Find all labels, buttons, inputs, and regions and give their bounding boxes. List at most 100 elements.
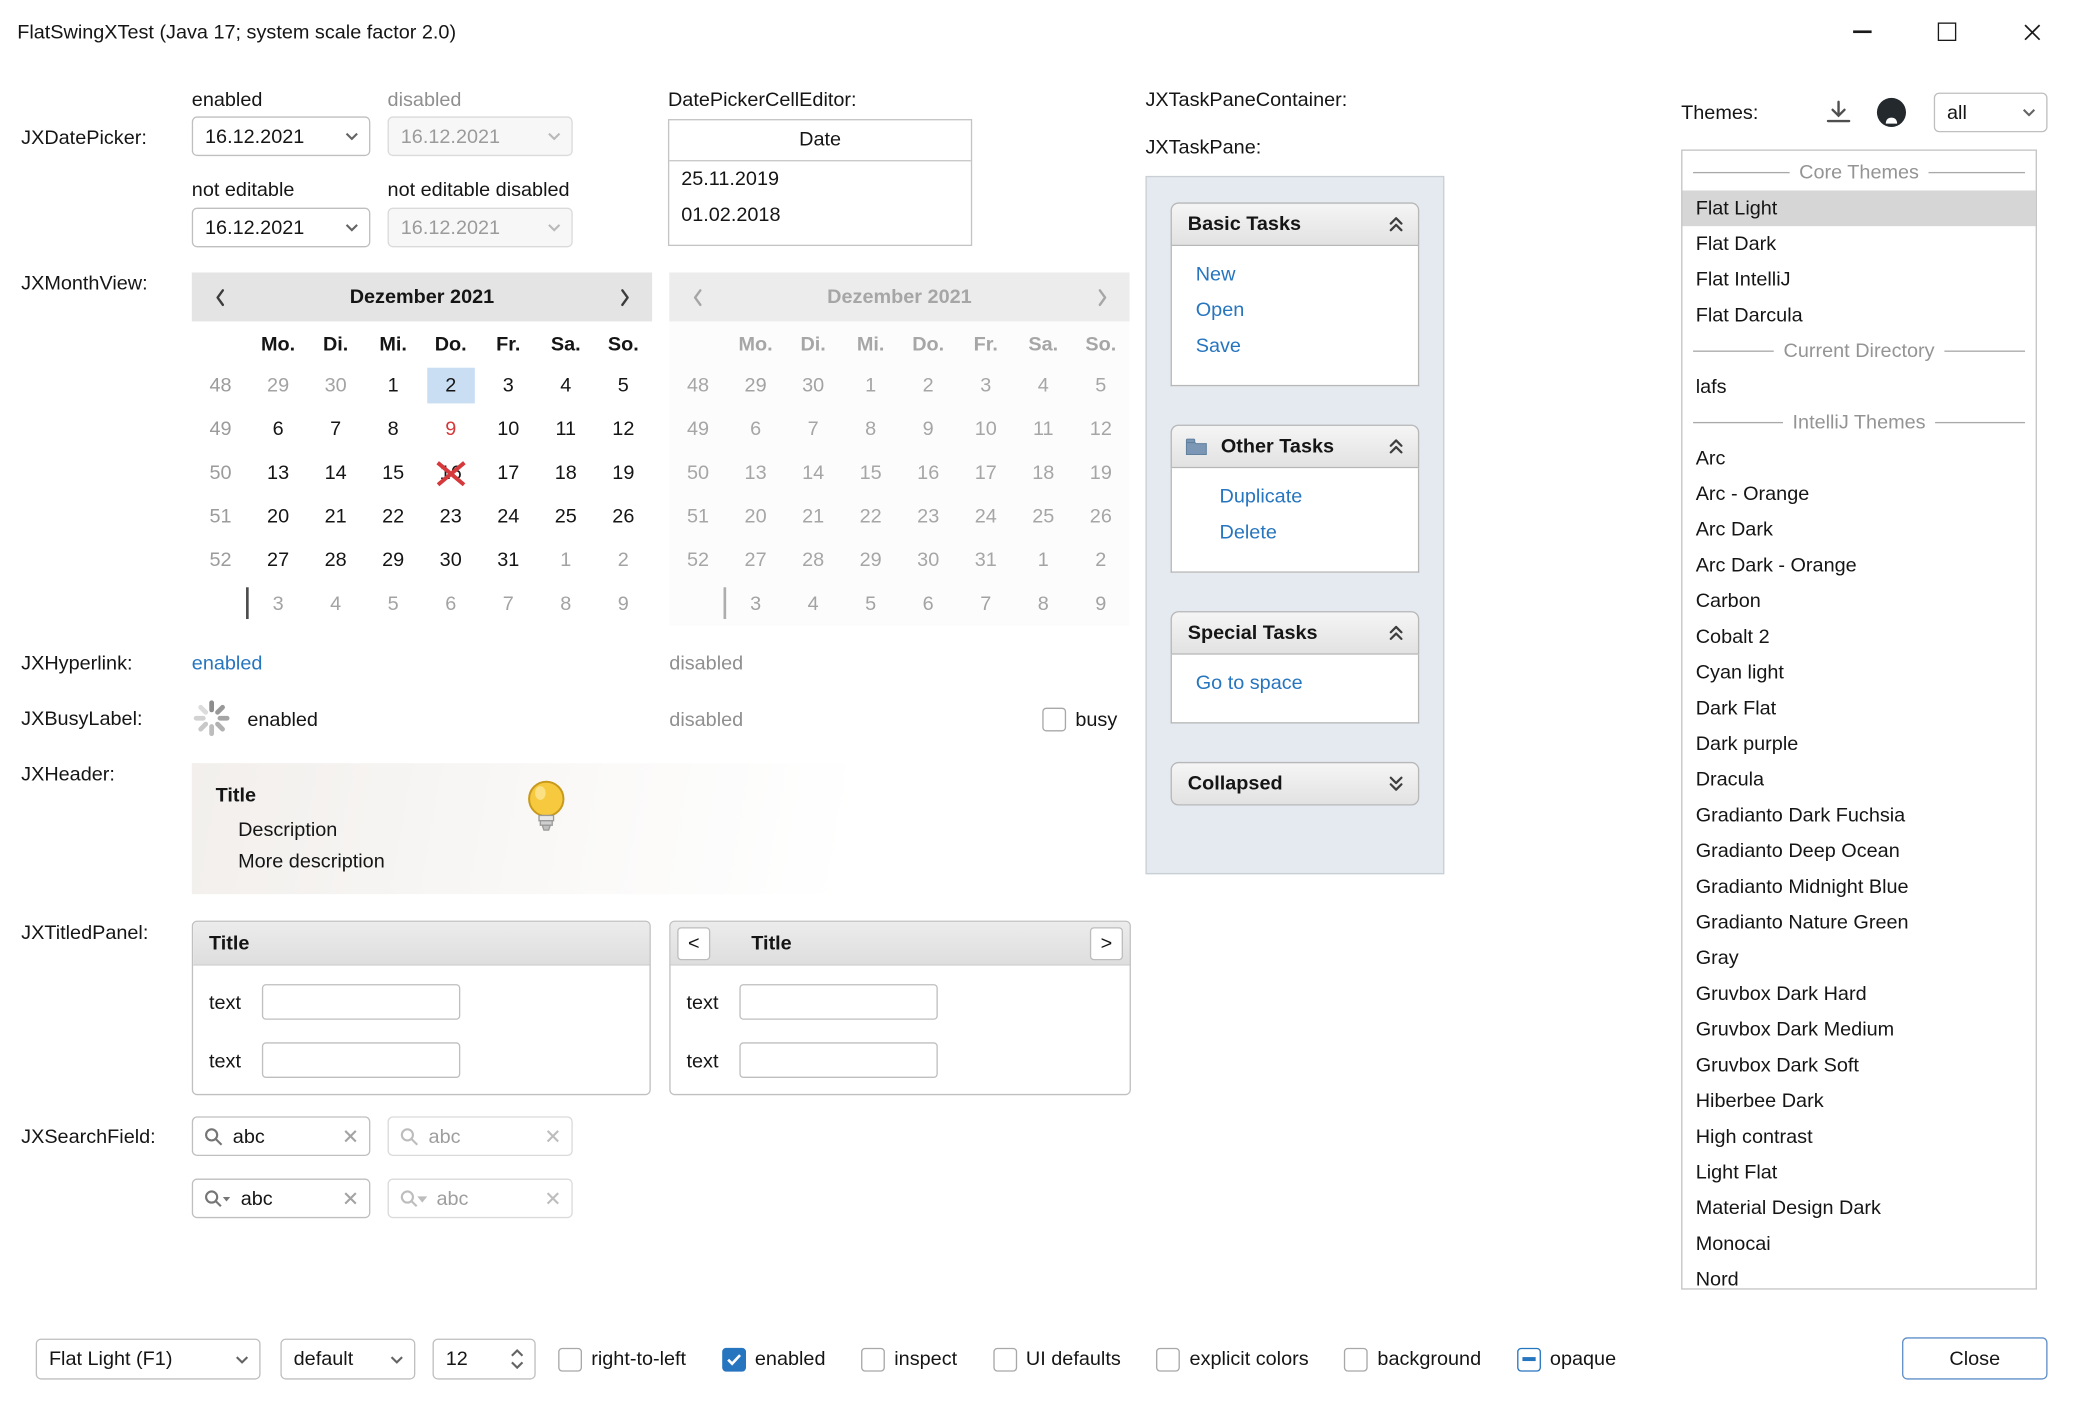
day-cell[interactable]: 29 [364, 538, 422, 582]
checkbox-right-to-left[interactable]: right-to-left [558, 1347, 686, 1371]
maximize-button[interactable] [1905, 0, 1990, 63]
chevron-double-up-icon[interactable] [1388, 216, 1405, 233]
chevron-down-icon[interactable] [335, 132, 369, 140]
taskpane-link[interactable]: Go to space [1196, 665, 1418, 701]
day-cell[interactable]: 6 [422, 582, 480, 626]
theme-item[interactable]: Gruvbox Dark Soft [1682, 1048, 2035, 1084]
day-cell[interactable]: 8 [537, 582, 595, 626]
download-icon[interactable] [1824, 99, 1853, 131]
chevron-double-up-icon[interactable] [1388, 624, 1405, 641]
day-cell[interactable]: 29 [249, 364, 307, 408]
theme-item[interactable]: Flat IntelliJ [1682, 262, 2035, 298]
busy-checkbox[interactable]: busy [1042, 708, 1117, 732]
theme-item[interactable]: Nord [1682, 1262, 2035, 1290]
titledpanel-left-button[interactable]: < [677, 927, 710, 960]
day-cell[interactable]: 18 [537, 451, 595, 495]
day-cell[interactable]: 22 [364, 495, 422, 539]
celleditor-table[interactable]: Date 25.11.201901.02.2018 [668, 119, 972, 246]
text-input[interactable] [262, 1042, 460, 1078]
day-cell[interactable]: 7 [479, 582, 537, 626]
taskpane-link[interactable]: New [1196, 257, 1418, 293]
day-cell[interactable]: 30 [422, 538, 480, 582]
day-cell[interactable]: 23 [422, 495, 480, 539]
day-cell[interactable]: 30 [307, 364, 365, 408]
theme-item[interactable]: Hiberbee Dark [1682, 1083, 2035, 1119]
themes-filter-combo[interactable]: all [1934, 93, 2048, 133]
github-icon[interactable] [1874, 95, 1908, 135]
close-button[interactable]: Close [1902, 1337, 2047, 1379]
taskpane-link[interactable]: Save [1196, 328, 1418, 364]
theme-item[interactable]: Arc [1682, 440, 2035, 476]
window-close-button[interactable] [1989, 0, 2074, 63]
laf-combo[interactable]: Flat Light (F1) [36, 1339, 261, 1380]
day-cell[interactable]: 1 [364, 364, 422, 408]
day-cell[interactable]: 10 [479, 407, 537, 451]
day-cell[interactable]: 3 [479, 364, 537, 408]
theme-item[interactable]: Gradianto Nature Green [1682, 905, 2035, 941]
theme-item[interactable]: Flat Darcula [1682, 298, 2035, 334]
theme-item[interactable]: Gruvbox Dark Medium [1682, 1012, 2035, 1048]
theme-item[interactable]: Flat Dark [1682, 226, 2035, 262]
chevron-down-icon[interactable] [335, 224, 369, 232]
theme-item[interactable]: Dark purple [1682, 726, 2035, 762]
theme-item[interactable]: Dark Flat [1682, 690, 2035, 726]
clear-icon[interactable] [344, 1192, 357, 1205]
theme-item[interactable]: lafs [1682, 369, 2035, 405]
search-input[interactable]: abc [233, 1125, 344, 1147]
table-row[interactable]: 01.02.2018 [669, 197, 971, 233]
search-field-enabled[interactable]: abc [192, 1116, 371, 1156]
day-cell[interactable]: 3 [249, 582, 307, 626]
chevron-double-down-icon[interactable] [1388, 775, 1405, 792]
day-cell[interactable]: 11 [537, 407, 595, 451]
text-input[interactable] [262, 984, 460, 1020]
theme-item[interactable]: Light Flat [1682, 1155, 2035, 1191]
taskpane-header[interactable]: Other Tasks [1171, 425, 1420, 469]
day-cell[interactable]: 5 [364, 582, 422, 626]
minimize-button[interactable] [1820, 0, 1905, 63]
theme-item[interactable]: Arc Dark - Orange [1682, 548, 2035, 584]
next-month-icon[interactable] [610, 286, 639, 307]
taskpane-link[interactable]: Duplicate [1220, 479, 1418, 515]
prev-month-icon[interactable] [205, 286, 234, 307]
font-combo[interactable]: default [280, 1339, 415, 1380]
checkbox-background[interactable]: background [1344, 1347, 1481, 1371]
day-cell[interactable]: 16 [422, 451, 480, 495]
theme-item[interactable]: Arc - Orange [1682, 476, 2035, 512]
day-cell[interactable]: 12 [595, 407, 653, 451]
day-cell[interactable]: 26 [595, 495, 653, 539]
theme-item[interactable]: Gradianto Dark Fuchsia [1682, 798, 2035, 834]
day-cell[interactable]: 19 [595, 451, 653, 495]
hyperlink-enabled[interactable]: enabled [192, 652, 263, 674]
checkbox-ui-defaults[interactable]: UI defaults [993, 1347, 1121, 1371]
day-cell[interactable]: 5 [595, 364, 653, 408]
theme-item[interactable]: Gray [1682, 940, 2035, 976]
day-cell[interactable]: 13 [249, 451, 307, 495]
day-cell[interactable]: 2 [422, 364, 480, 408]
day-cell[interactable]: 27 [249, 538, 307, 582]
theme-item[interactable]: Material Design Dark [1682, 1190, 2035, 1226]
theme-item[interactable]: Arc Dark [1682, 512, 2035, 548]
search-field-dropdown-enabled[interactable]: abc [192, 1179, 371, 1219]
datepicker-noteditable[interactable]: 16.12.2021 [192, 208, 371, 248]
spinner-down-icon[interactable] [511, 1361, 524, 1369]
chevron-double-up-icon[interactable] [1388, 438, 1405, 455]
table-row[interactable]: 25.11.2019 [669, 161, 971, 197]
day-cell[interactable]: 4 [537, 364, 595, 408]
day-cell[interactable]: 7 [307, 407, 365, 451]
theme-item[interactable]: Dracula [1682, 762, 2035, 798]
day-cell[interactable]: 4 [307, 582, 365, 626]
day-cell[interactable]: 14 [307, 451, 365, 495]
clear-icon[interactable] [344, 1130, 357, 1143]
checkbox-explicit-colors[interactable]: explicit colors [1156, 1347, 1308, 1371]
text-input[interactable] [739, 984, 937, 1020]
day-cell[interactable]: 15 [364, 451, 422, 495]
day-cell[interactable]: 6 [249, 407, 307, 451]
day-cell[interactable]: 31 [479, 538, 537, 582]
taskpane-link[interactable]: Open [1196, 292, 1418, 328]
search-input[interactable]: abc [241, 1187, 344, 1209]
taskpane-link[interactable]: Delete [1220, 515, 1418, 551]
day-cell[interactable]: 17 [479, 451, 537, 495]
day-cell[interactable]: 25 [537, 495, 595, 539]
theme-item[interactable]: Gruvbox Dark Hard [1682, 976, 2035, 1012]
titledpanel-right-button[interactable]: > [1090, 927, 1123, 960]
